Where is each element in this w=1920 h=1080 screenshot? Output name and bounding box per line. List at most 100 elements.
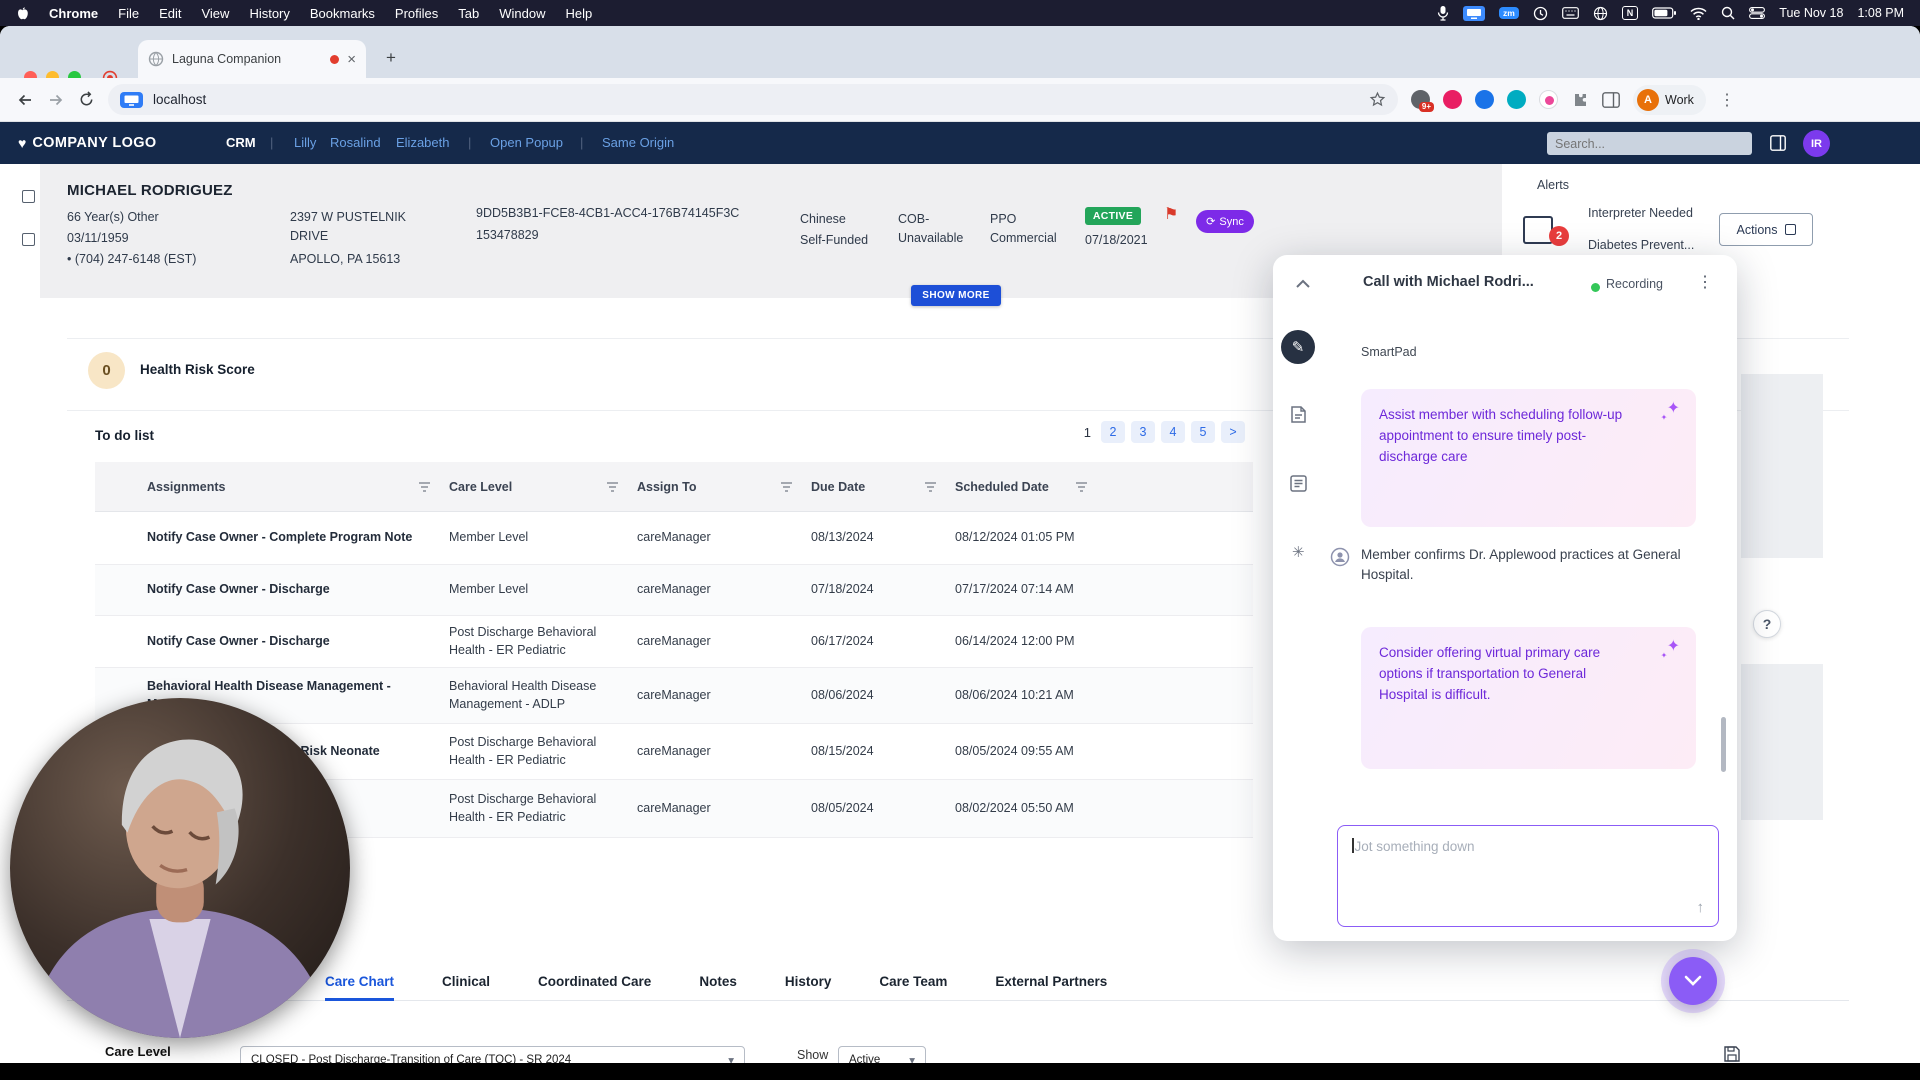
search-icon[interactable] [1721, 6, 1735, 20]
show-filter-select[interactable]: Active ▾ [838, 1046, 926, 1063]
extensions-puzzle-icon[interactable] [1571, 91, 1589, 109]
side-panel-icon[interactable] [1602, 92, 1620, 108]
nav-link-rosalind[interactable]: Rosalind [330, 122, 381, 164]
company-logo[interactable]: ♥ COMPANY LOGO [18, 122, 157, 164]
save-icon[interactable] [1723, 1045, 1741, 1063]
menu-profiles[interactable]: Profiles [395, 6, 438, 21]
tab-clinical[interactable]: Clinical [442, 965, 490, 1001]
ai-asterisk-icon[interactable]: ✳ [1292, 543, 1305, 561]
table-row[interactable]: Behavioral Health Disease Management - M… [95, 668, 1253, 724]
page-1-current[interactable]: 1 [1080, 425, 1095, 440]
menu-history[interactable]: History [249, 6, 289, 21]
panel-scrollbar-thumb[interactable] [1721, 717, 1726, 772]
sidebar-checkbox-1[interactable] [22, 190, 35, 203]
table-row[interactable]: Notify Case Owner - Discharge Post Disch… [95, 616, 1253, 668]
extension-icon-teal[interactable] [1507, 90, 1526, 109]
extension-icon-white[interactable] [1539, 90, 1558, 109]
menu-tab[interactable]: Tab [458, 6, 479, 21]
browser-tab[interactable]: Laguna Companion × [138, 40, 366, 78]
control-center-icon[interactable] [1749, 7, 1765, 19]
alerts-checkbox-icon[interactable] [1523, 216, 1553, 244]
window-layout-icon[interactable] [1770, 135, 1786, 151]
tab-care-team[interactable]: Care Team [879, 965, 947, 1001]
header-scheduled-date[interactable]: Scheduled Date [949, 480, 1100, 494]
sidebar-checkbox-2[interactable] [22, 233, 35, 246]
address-bar[interactable]: localhost [108, 84, 1398, 115]
extension-icon-pink[interactable] [1443, 90, 1462, 109]
keyboard-icon[interactable] [1562, 7, 1579, 19]
care-level-select[interactable]: CLOSED - Post Discharge-Transition of Ca… [240, 1046, 745, 1063]
note-input[interactable]: Jot something down ↑ [1337, 825, 1719, 927]
header-assign-to[interactable]: Assign To [631, 480, 805, 494]
crm-search-input[interactable] [1547, 132, 1752, 155]
webcam-video-overlay[interactable] [10, 698, 350, 1038]
tab-history[interactable]: History [785, 965, 832, 1001]
user-avatar[interactable]: IR [1803, 130, 1830, 157]
globe-icon[interactable] [1593, 6, 1608, 21]
apple-menu[interactable] [16, 6, 29, 21]
show-more-button[interactable]: SHOW MORE [911, 285, 1001, 306]
bookmark-star-icon[interactable] [1369, 91, 1386, 108]
extension-icon-badged[interactable]: 9+ [1411, 90, 1430, 109]
page-next[interactable]: > [1221, 421, 1245, 443]
help-button[interactable]: ? [1753, 610, 1781, 638]
sync-button[interactable]: ⟳ Sync [1196, 210, 1254, 233]
smartpad-pencil-button[interactable]: ✎ [1281, 330, 1315, 364]
tab-notes[interactable]: Notes [699, 965, 737, 1001]
menubar-app-name[interactable]: Chrome [49, 6, 98, 21]
zoom-app-icon[interactable]: zm [1499, 7, 1519, 20]
wifi-icon[interactable] [1690, 7, 1707, 20]
cell-scheduled-date: 07/17/2024 07:14 AM [949, 581, 1100, 599]
actions-button[interactable]: Actions [1719, 213, 1813, 246]
tab-close-icon[interactable]: × [347, 51, 356, 68]
menu-window[interactable]: Window [499, 6, 545, 21]
tab-care-chart[interactable]: Care Chart [325, 965, 394, 1001]
clock-icon[interactable] [1533, 6, 1548, 21]
send-arrow-icon[interactable]: ↑ [1697, 899, 1705, 916]
menubar-time[interactable]: 1:08 PM [1857, 6, 1904, 20]
back-button[interactable] [16, 91, 34, 109]
scroll-to-bottom-button[interactable] [1669, 957, 1717, 1005]
menu-edit[interactable]: Edit [159, 6, 181, 21]
page-2[interactable]: 2 [1101, 421, 1125, 443]
page-3[interactable]: 3 [1131, 421, 1155, 443]
new-tab-button[interactable]: + [386, 48, 396, 68]
notion-app-icon[interactable]: N [1622, 6, 1639, 21]
browser-menu-kebab-icon[interactable]: ⋮ [1719, 90, 1735, 110]
collapse-chevron-up-icon[interactable] [1293, 276, 1313, 292]
header-due-date[interactable]: Due Date [805, 480, 949, 494]
page-4[interactable]: 4 [1161, 421, 1185, 443]
page-5[interactable]: 5 [1191, 421, 1215, 443]
nav-link-open-popup[interactable]: Open Popup [490, 122, 563, 164]
tab-coordinated-care[interactable]: Coordinated Care [538, 965, 651, 1001]
forward-button[interactable] [47, 91, 65, 109]
menu-help[interactable]: Help [566, 6, 593, 21]
menu-view[interactable]: View [201, 6, 229, 21]
flag-icon[interactable]: ⚑ [1164, 204, 1178, 224]
macos-menubar: Chrome File Edit View History Bookmarks … [0, 0, 1920, 26]
url-text[interactable]: localhost [153, 92, 1359, 107]
menubar-date[interactable]: Tue Nov 18 [1779, 6, 1843, 20]
ai-suggestion-card[interactable]: Assist member with scheduling follow-up … [1361, 389, 1696, 527]
nav-link-elizabeth[interactable]: Elizabeth [396, 122, 449, 164]
tab-external-partners[interactable]: External Partners [995, 965, 1107, 1001]
panel-menu-kebab-icon[interactable]: ⋮ [1697, 272, 1713, 292]
microphone-icon[interactable] [1437, 5, 1449, 21]
reload-button[interactable] [78, 91, 95, 108]
nav-link-lilly[interactable]: Lilly [294, 122, 316, 164]
nav-link-same-origin[interactable]: Same Origin [602, 122, 674, 164]
menu-file[interactable]: File [118, 6, 139, 21]
export-note-icon[interactable] [1289, 405, 1308, 424]
extension-icon-blue[interactable] [1475, 90, 1494, 109]
ai-suggestion-card[interactable]: Consider offering virtual primary care o… [1361, 627, 1696, 769]
header-assignments[interactable]: Assignments [141, 480, 443, 494]
form-list-icon[interactable] [1289, 474, 1308, 493]
battery-icon[interactable] [1652, 7, 1676, 19]
menu-bookmarks[interactable]: Bookmarks [310, 6, 375, 21]
screen-share-icon[interactable] [1463, 6, 1485, 21]
table-row[interactable]: Notify Case Owner - Complete Program Not… [95, 512, 1253, 565]
table-row[interactable]: Notify Case Owner - Discharge Member Lev… [95, 565, 1253, 616]
header-care-level[interactable]: Care Level [443, 480, 631, 494]
module-crm[interactable]: CRM [226, 122, 256, 164]
browser-profile-chip[interactable]: A Work [1633, 85, 1706, 115]
